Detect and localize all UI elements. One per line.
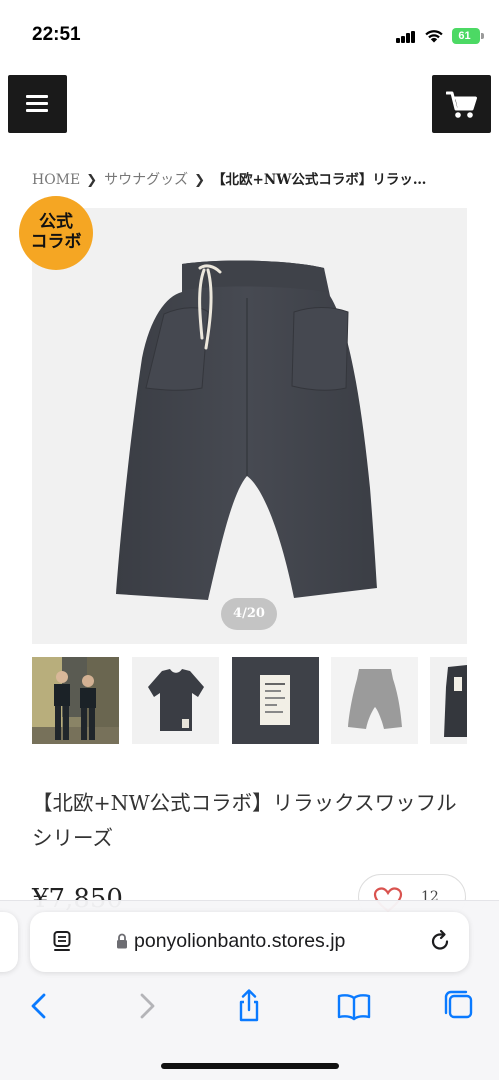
thumbnail-1[interactable]	[32, 657, 119, 744]
status-bar: 22:51 61	[0, 0, 499, 70]
thumbnail-label-image	[232, 657, 319, 744]
hamburger-menu-icon	[26, 95, 48, 113]
breadcrumb-home[interactable]: HOME	[32, 172, 80, 188]
reader-mode-icon[interactable]	[52, 930, 74, 954]
official-collab-badge: 公式 コラボ	[19, 196, 93, 270]
thumbnail-people-image	[32, 657, 119, 744]
bookmarks-icon[interactable]	[336, 988, 372, 1024]
battery-icon: 61	[452, 28, 480, 44]
cart-button[interactable]	[432, 75, 491, 133]
url-text[interactable]: ponyolionbanto.stores.jp	[134, 930, 345, 953]
cellular-signal-icon	[396, 30, 416, 43]
image-counter: 4/20	[221, 598, 277, 630]
thumbnail-3[interactable]	[232, 657, 319, 744]
thumbnail-black-garment-image	[444, 665, 467, 737]
product-pants-image	[116, 260, 377, 600]
forward-icon[interactable]	[128, 988, 164, 1024]
address-bar[interactable]: ponyolionbanto.stores.jp	[30, 912, 469, 972]
thumbnail-5[interactable]	[430, 657, 467, 744]
product-main-image[interactable]	[32, 208, 467, 644]
battery-tip	[481, 33, 484, 39]
shopping-cart-icon	[446, 91, 477, 118]
product-title: 【北欧+NW公式コラボ】リラックスワッフルシリーズ	[32, 791, 457, 850]
battery-level: 61	[458, 30, 471, 42]
badge-line-1: 公式	[39, 212, 73, 232]
badge-line-2: コラボ	[30, 232, 82, 252]
back-icon[interactable]	[22, 988, 58, 1024]
chevron-right-icon: ❯	[86, 173, 98, 188]
wifi-icon	[425, 30, 443, 43]
breadcrumb-category[interactable]: サウナグッズ	[104, 172, 188, 188]
thumbnail-4[interactable]	[331, 657, 418, 744]
menu-button[interactable]	[8, 75, 67, 133]
previous-tab-preview[interactable]	[0, 912, 18, 972]
breadcrumb: HOME ❯ サウナグッズ ❯ 【北欧+NW公式コラボ】リラッ…	[32, 169, 472, 193]
status-time: 22:51	[32, 24, 81, 45]
tabs-icon[interactable]	[441, 988, 477, 1024]
breadcrumb-current: 【北欧+NW公式コラボ】リラッ…	[212, 172, 427, 188]
reload-icon[interactable]	[428, 929, 452, 953]
chevron-right-icon: ❯	[194, 173, 206, 188]
thumbnail-gray-pants-image	[348, 669, 402, 729]
share-icon[interactable]	[231, 988, 267, 1024]
lock-icon	[117, 933, 127, 949]
thumbnail-2[interactable]	[132, 657, 219, 744]
home-indicator	[161, 1063, 339, 1069]
thumbnail-tshirt-image	[148, 669, 204, 731]
